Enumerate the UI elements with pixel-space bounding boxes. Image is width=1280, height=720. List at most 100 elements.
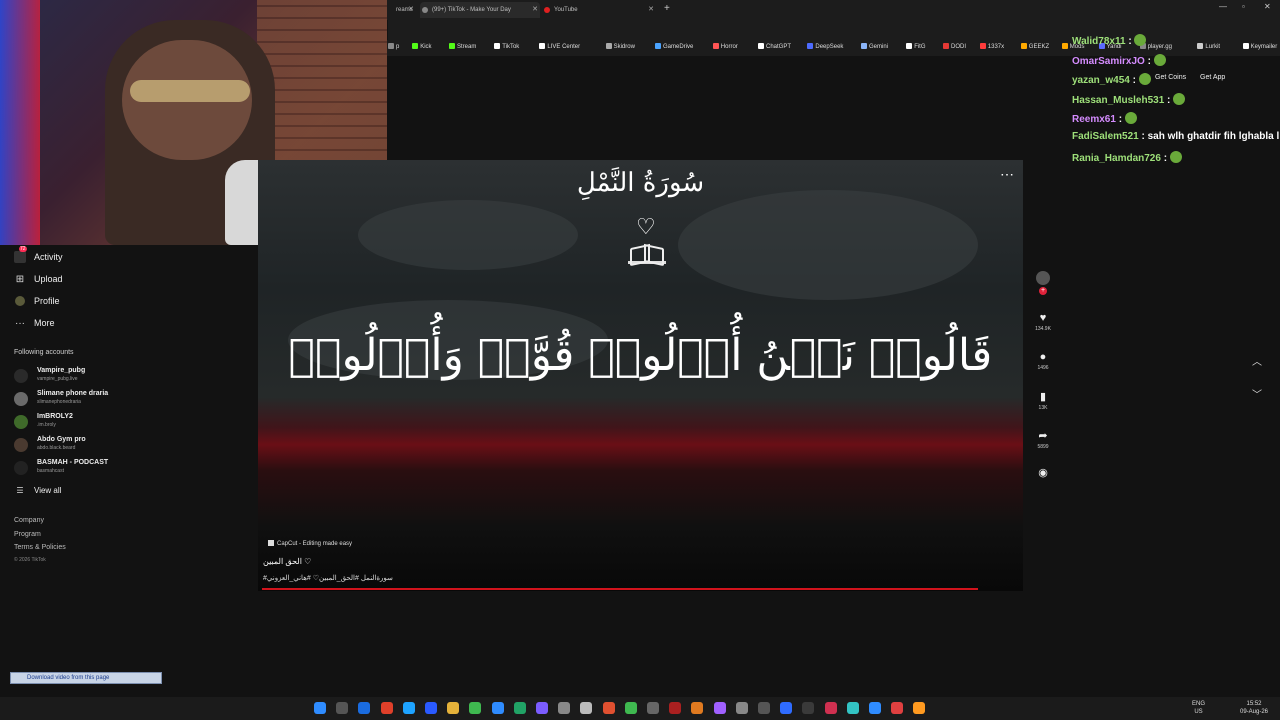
rgb-light [0, 0, 40, 245]
bookmark-item[interactable]: GEEKZ [1020, 43, 1049, 50]
bookmark-item[interactable]: Keymailer [1242, 43, 1277, 50]
footer-terms[interactable]: Terms & Policies [14, 544, 66, 551]
bookmark-label: p [396, 44, 400, 50]
next-video-button[interactable]: ﹀ [1252, 386, 1262, 401]
sidebar-item-profile[interactable]: Profile [14, 293, 60, 309]
sidebar-item-activity[interactable]: 72 Activity [14, 246, 63, 265]
taskbar-app-icon[interactable] [624, 702, 637, 714]
bookmark-item[interactable]: Horror [712, 43, 738, 50]
bookmark-item[interactable]: TikTok [494, 43, 519, 50]
share-button[interactable]: ➦ 5899 [1032, 429, 1054, 450]
sidebar-item-upload[interactable]: ⊞ Upload [14, 271, 63, 287]
minimize-button[interactable]: — [1219, 2, 1227, 11]
taskbar-app-icon[interactable] [358, 702, 371, 714]
bookmark-item[interactable]: Stream [449, 43, 476, 50]
bookmark-item[interactable]: GameDrive [655, 43, 693, 50]
taskbar-app-icon[interactable] [669, 702, 682, 714]
new-tab-button[interactable]: + [664, 3, 670, 14]
taskbar-app-icon[interactable] [380, 702, 393, 714]
tab-tiktok[interactable]: (99+) TikTok - Make Your Day ✕ [420, 2, 540, 18]
bookmark-label: Stream [457, 44, 477, 50]
taskbar-app-icon[interactable] [602, 702, 615, 714]
bookmark-item[interactable]: p [388, 43, 399, 50]
bookmark-item[interactable]: FitG [906, 43, 926, 50]
chat-line: Rania_Hamdan726 : [1072, 151, 1182, 164]
taskbar-app-icon[interactable] [425, 702, 437, 714]
clock[interactable]: 15:52 09-Aug-26 [1240, 700, 1268, 716]
bookmark-item[interactable]: DODI [943, 43, 966, 50]
video-hashtags[interactable]: #سورةالنمل #الحق_المبين♡ #هاني_العزوني [263, 574, 393, 582]
taskbar-app-icon[interactable] [491, 702, 504, 714]
bookmark-item[interactable]: Kick [412, 43, 432, 50]
download-video-bar[interactable]: Download video from this page [10, 672, 162, 684]
chat-username: Rania_Hamdan726 [1072, 153, 1161, 164]
comment-button[interactable]: ● 1496 [1032, 351, 1054, 371]
bookmark-item[interactable]: DeepSeek [807, 43, 843, 50]
creator-avatar[interactable] [1036, 271, 1050, 285]
chat-username: Hassan_Musleh531 [1072, 95, 1165, 106]
maximize-button[interactable]: ▫ [1242, 2, 1245, 11]
taskbar-app-icon[interactable] [513, 702, 526, 714]
surah-title: سُورَةُ النَّمْلِ [576, 168, 705, 198]
bookmark-label: Gemini [869, 44, 889, 50]
video-progress-bar[interactable] [262, 588, 978, 590]
taskbar-app-icon[interactable] [314, 702, 326, 714]
taskbar-app-icon[interactable] [846, 702, 859, 714]
download-label: Download video from this page [27, 675, 110, 681]
tab-streams[interactable]: reams ✕ [384, 2, 416, 18]
bookmark-item[interactable]: Skidrow [605, 43, 635, 50]
get-coins-button[interactable]: Get Coins [1155, 74, 1186, 81]
taskbar-app-icon[interactable] [536, 702, 548, 714]
taskbar-app-icon[interactable] [802, 702, 815, 714]
close-window-button[interactable]: ✕ [1264, 2, 1271, 11]
bookmark-item[interactable]: ChatGPT [758, 43, 791, 50]
taskbar-app-icon[interactable] [891, 702, 904, 714]
close-icon[interactable]: ✕ [648, 2, 654, 18]
footer-company[interactable]: Company [14, 517, 44, 524]
bookmark-item[interactable]: Lurkit [1197, 43, 1220, 50]
view-all-link[interactable]: ☰ View all [14, 482, 61, 498]
bookmark-icon [979, 43, 986, 49]
taskbar-app-icon[interactable] [713, 702, 726, 714]
follow-button[interactable]: + [1039, 287, 1047, 295]
language-indicator[interactable]: ENG US [1192, 700, 1205, 716]
avatar [14, 369, 28, 383]
sidebar-item-more[interactable]: ··· More [14, 315, 55, 331]
taskbar-app-icon[interactable] [735, 702, 748, 714]
taskbar-app-icon[interactable] [580, 702, 593, 714]
taskbar-app-icon[interactable] [558, 702, 571, 714]
footer-program[interactable]: Program [14, 531, 41, 538]
music-disc[interactable]: ◉ [1032, 466, 1054, 479]
tab-youtube[interactable]: YouTube ✕ [542, 2, 656, 18]
more-options-icon[interactable]: ⋯ [1000, 166, 1014, 183]
taskbar-app-icon[interactable] [336, 702, 349, 714]
view-all-label: View all [34, 485, 62, 495]
capcut-label[interactable]: CapCut - Editing made easy [268, 540, 352, 547]
close-icon[interactable]: ✕ [408, 2, 414, 18]
taskbar-app-icon[interactable] [469, 702, 482, 714]
taskbar-app-icon[interactable] [869, 702, 881, 714]
sidebar-item-label: Activity [34, 252, 63, 262]
taskbar-app-icon[interactable] [402, 702, 415, 714]
account-handle: .im.broly [37, 422, 56, 428]
taskbar-app-icon[interactable] [824, 702, 837, 714]
taskbar-app-icon[interactable] [758, 702, 770, 714]
get-app-button[interactable]: Get App [1200, 74, 1225, 81]
like-button[interactable]: ♥ 134.9K [1032, 312, 1054, 332]
taskbar-app-icon[interactable] [691, 702, 704, 714]
taskbar-app-icon[interactable] [780, 702, 793, 714]
bookmark-icon [605, 43, 612, 49]
close-icon[interactable]: ✕ [532, 2, 538, 18]
taskbar-app-icon[interactable] [447, 702, 460, 714]
taskbar-app-icon[interactable] [913, 702, 926, 714]
emote-icon [1153, 54, 1166, 66]
video-player[interactable]: سُورَةُ النَّمْلِ ♡ قَالُوا۟ نَحۡنُ أُو۟… [258, 160, 1023, 591]
taskbar-app-icon[interactable] [647, 702, 659, 714]
save-button[interactable]: ▮ 13K [1032, 390, 1054, 411]
bookmark-item[interactable]: 1337x [979, 43, 1004, 50]
previous-video-button[interactable]: ︿ [1252, 353, 1262, 368]
bookmark-label: GameDrive [663, 44, 694, 50]
sidebar-item-label: Profile [34, 296, 60, 306]
bookmark-item[interactable]: LIVE Center [539, 43, 580, 50]
bookmark-item[interactable]: Gemini [861, 43, 888, 50]
